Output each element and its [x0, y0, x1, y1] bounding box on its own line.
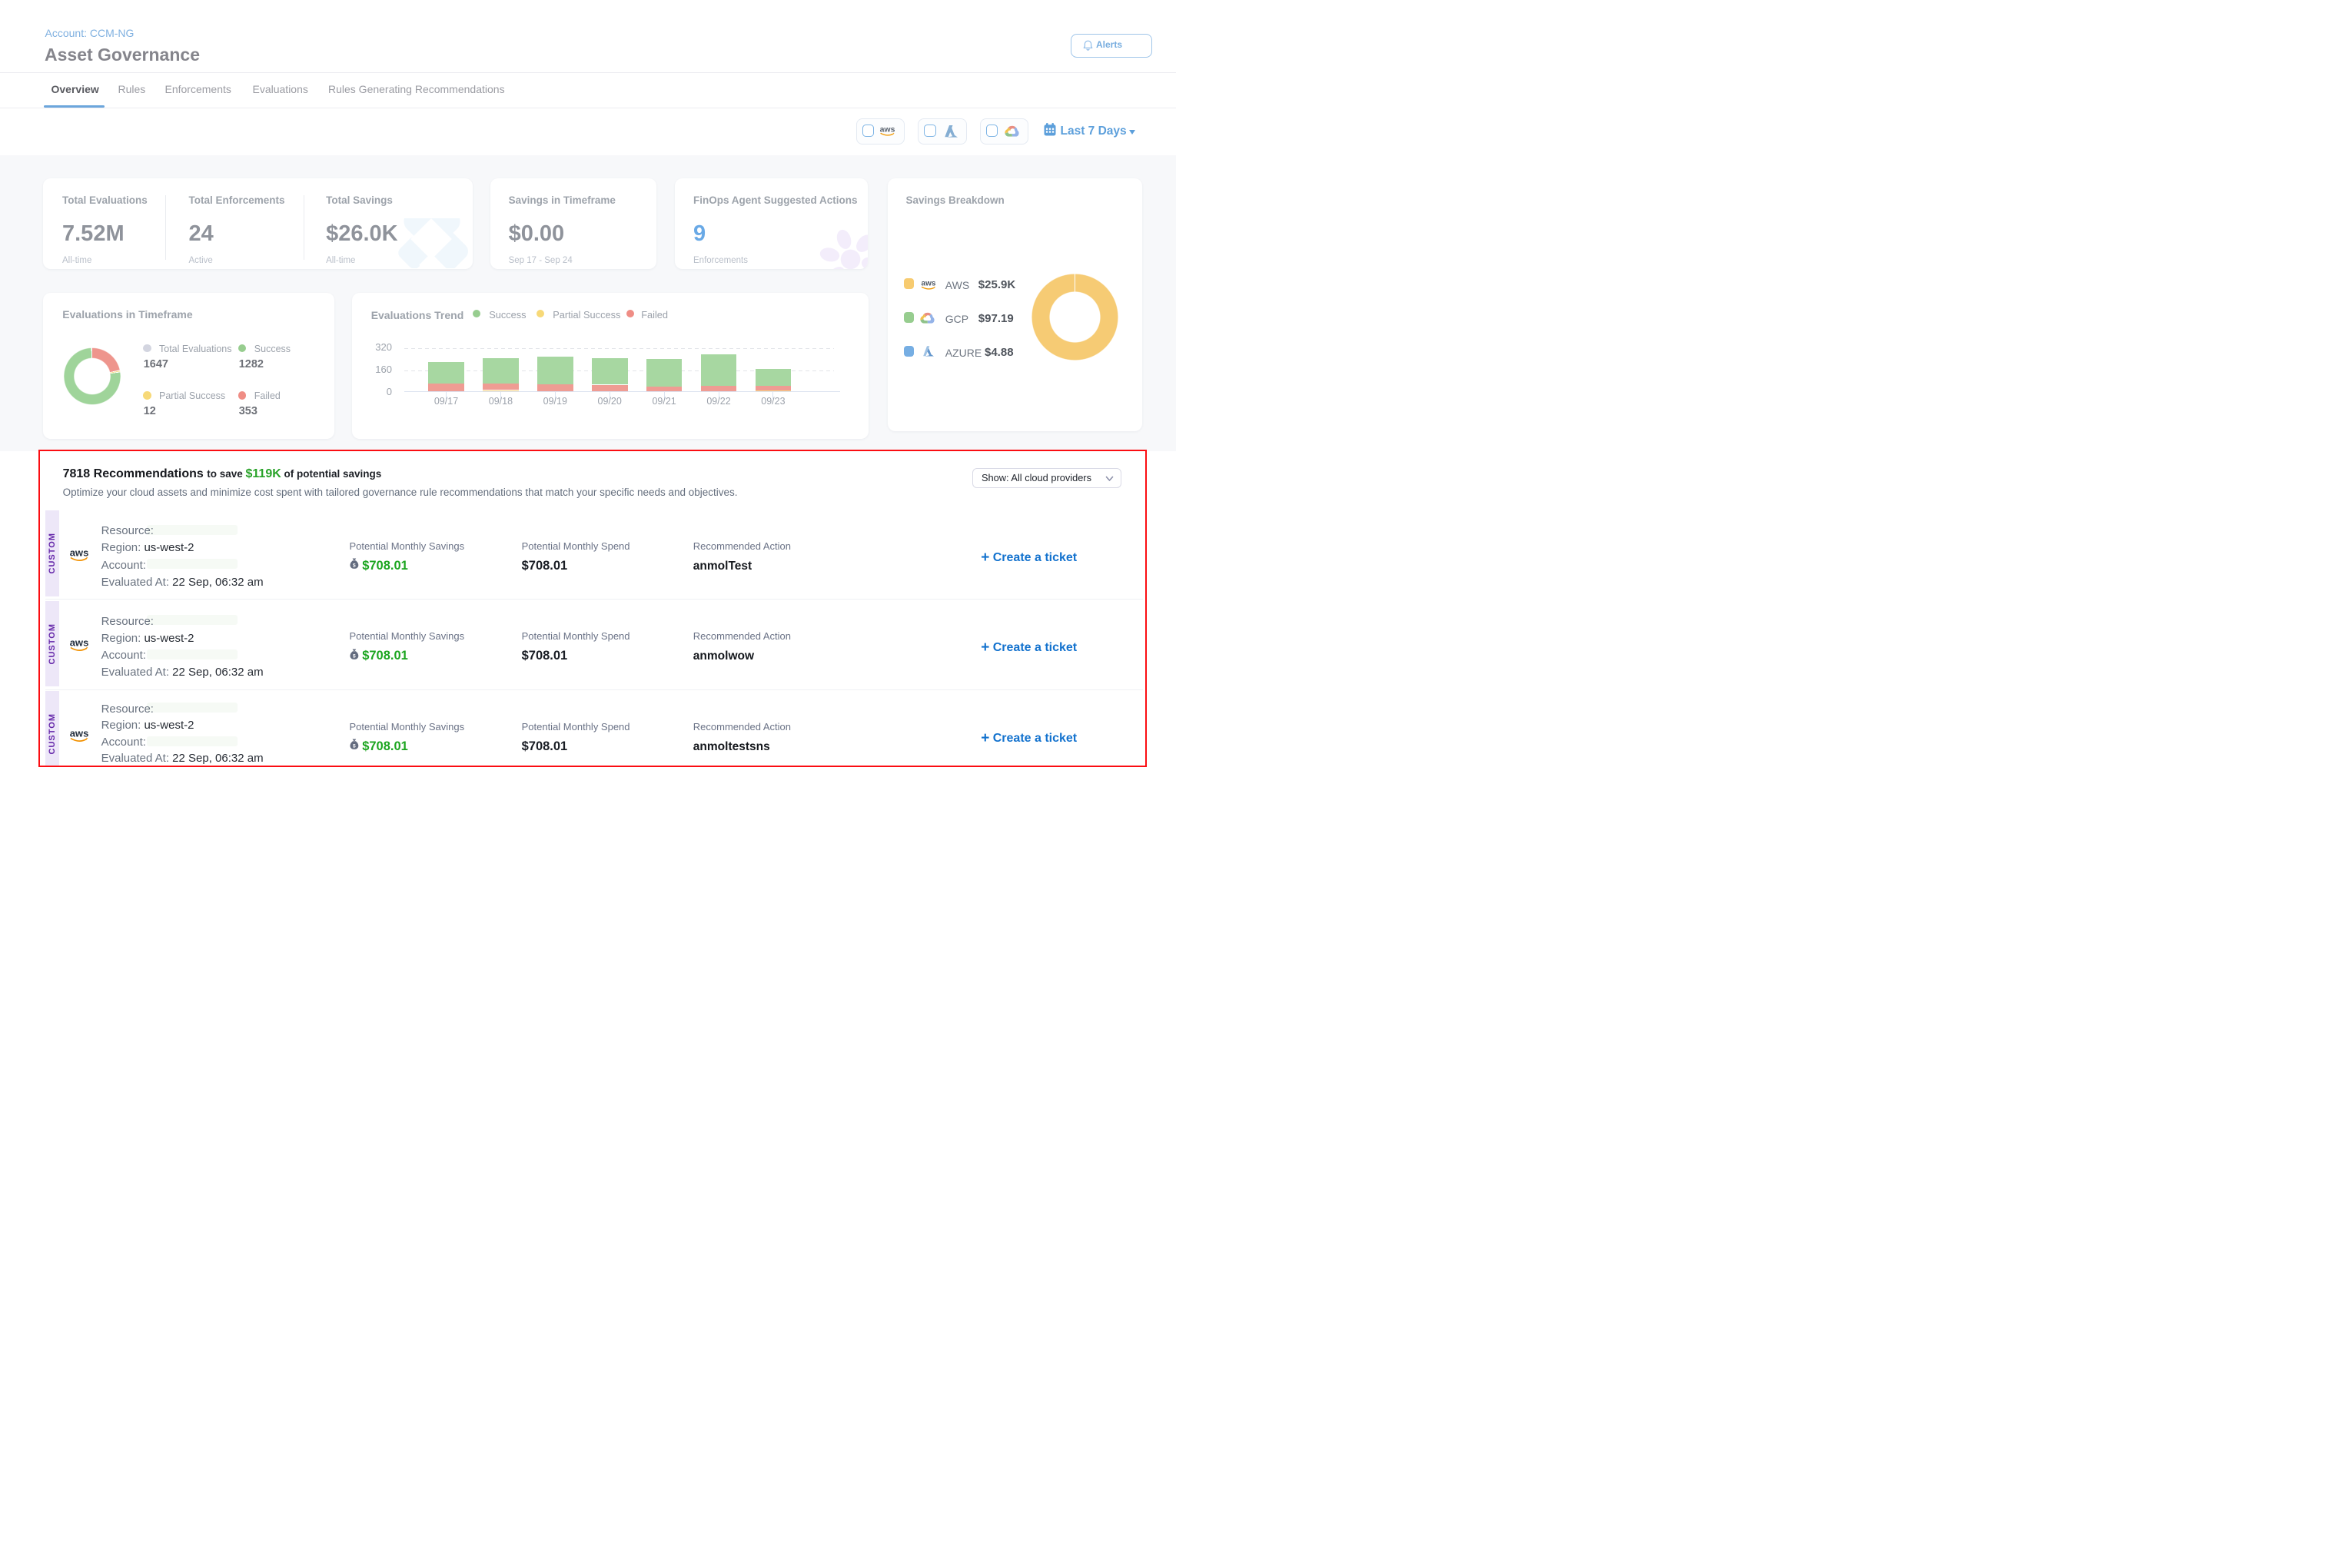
- svg-text:aws: aws: [921, 280, 935, 288]
- svg-text:aws: aws: [880, 125, 895, 135]
